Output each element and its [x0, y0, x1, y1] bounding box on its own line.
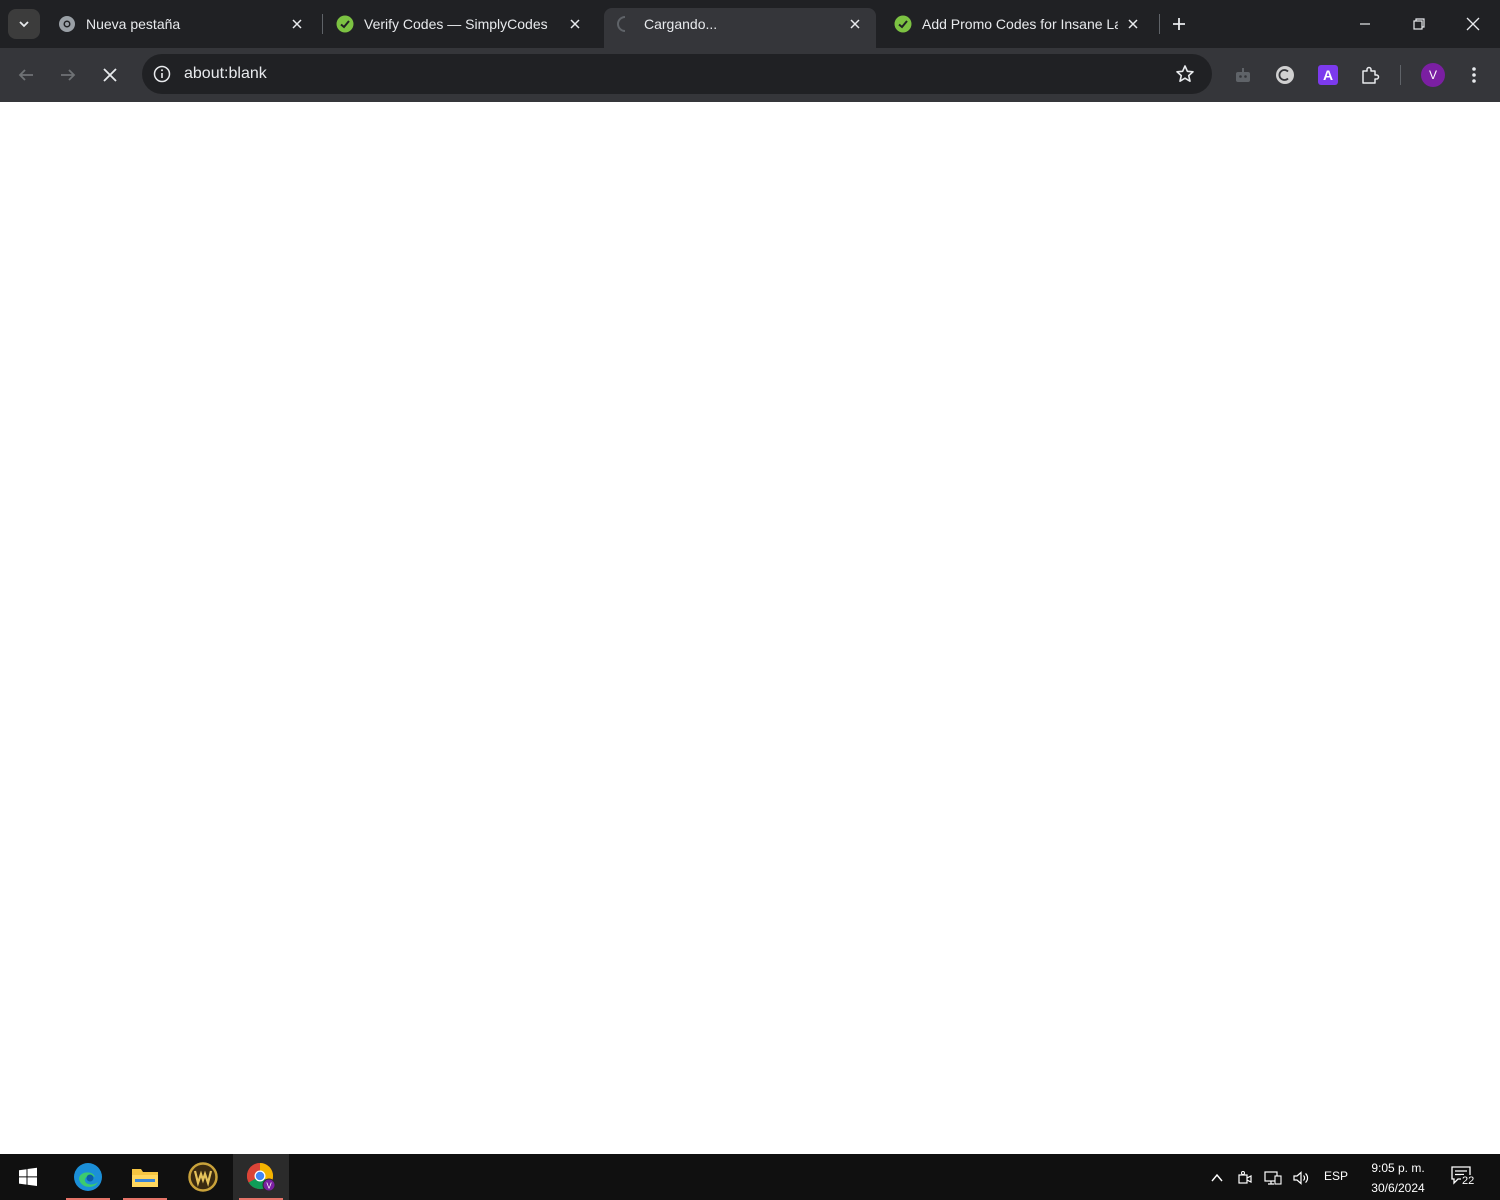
world-of-warcraft-icon — [188, 1162, 218, 1192]
taskbar-file-explorer[interactable] — [117, 1154, 173, 1200]
loading-spinner-icon — [616, 15, 634, 33]
arrow-left-icon — [18, 69, 33, 81]
page-viewport[interactable] — [0, 102, 1500, 1154]
language-indicator[interactable]: ESP — [1324, 1169, 1348, 1183]
minimize-button[interactable] — [1338, 0, 1392, 48]
tab-search-button[interactable] — [8, 9, 40, 39]
tab-separator — [322, 14, 323, 34]
close-window-button[interactable] — [1446, 0, 1500, 48]
simplycodes-icon — [336, 15, 354, 33]
tab-verify-codes[interactable]: Verify Codes — SimplyCodes — [324, 8, 596, 48]
extension-circle-button[interactable] — [1269, 59, 1301, 91]
stop-loading-button[interactable] — [94, 59, 126, 91]
chrome-newtab-icon — [58, 15, 76, 33]
clock-time: 9:05 p. m. — [1371, 1161, 1425, 1175]
forward-button[interactable] — [52, 59, 84, 91]
browser-toolbar: about:blank A V — [0, 48, 1500, 102]
file-explorer-icon — [132, 1169, 158, 1187]
notification-center-button[interactable]: 22 — [1450, 1165, 1480, 1191]
restore-button[interactable] — [1392, 0, 1446, 48]
tray-meet-icon[interactable] — [1234, 1167, 1256, 1189]
tab-strip: Nueva pestaña Verify Codes — SimplyCodes… — [0, 0, 1500, 48]
extension-a-icon[interactable]: A — [1318, 65, 1338, 85]
notification-count-badge: 22 — [1461, 1175, 1476, 1188]
plus-icon — [1173, 18, 1185, 30]
address-url[interactable]: about:blank — [184, 65, 267, 83]
extension-circle-icon — [1276, 66, 1294, 84]
chrome-icon: V — [246, 1162, 276, 1192]
more-vert-icon — [1472, 67, 1476, 83]
tab-cargando[interactable]: Cargando... — [604, 8, 876, 48]
volume-icon[interactable] — [1290, 1167, 1312, 1189]
tab-title: Add Promo Codes for Insane La — [922, 16, 1118, 32]
puzzle-icon — [1362, 66, 1380, 84]
start-button[interactable] — [0, 1154, 56, 1200]
tab-add-promo-codes[interactable]: Add Promo Codes for Insane La — [882, 8, 1154, 48]
close-icon[interactable] — [566, 15, 584, 33]
taskbar-edge[interactable] — [60, 1154, 116, 1200]
address-bar[interactable]: about:blank — [142, 54, 1212, 94]
site-info-icon[interactable] — [152, 64, 172, 84]
extensions-button[interactable] — [1354, 59, 1386, 91]
chevron-down-icon — [19, 21, 29, 28]
toolbar-separator — [1400, 65, 1401, 85]
tab-title: Cargando... — [644, 16, 718, 32]
close-icon — [1466, 17, 1480, 31]
new-tab-button[interactable] — [1168, 13, 1190, 35]
profile-avatar[interactable]: V — [1421, 63, 1445, 87]
taskbar-world-of-warcraft[interactable] — [175, 1154, 231, 1200]
close-icon[interactable] — [288, 15, 306, 33]
show-hidden-icons-button[interactable] — [1206, 1167, 1228, 1189]
tab-separator — [1159, 14, 1160, 34]
chevron-up-icon — [1211, 1173, 1223, 1182]
windows-taskbar: V ESP 9:05 p. m. 30/6/2024 22 — [0, 1154, 1500, 1200]
svg-text:V: V — [266, 1182, 272, 1191]
taskbar-chrome[interactable]: V — [233, 1154, 289, 1200]
menu-button[interactable] — [1458, 59, 1490, 91]
windows-start-icon — [19, 1167, 37, 1186]
extension-robot-button[interactable] — [1227, 59, 1259, 91]
robot-icon — [1236, 68, 1250, 82]
bookmark-star-icon[interactable] — [1174, 63, 1196, 85]
tab-nueva-pestana[interactable]: Nueva pestaña — [46, 8, 318, 48]
simplycodes-icon — [894, 15, 912, 33]
restore-icon — [1413, 18, 1425, 30]
minimize-icon — [1360, 23, 1370, 25]
arrow-right-icon — [61, 69, 76, 81]
edge-icon — [74, 1163, 102, 1191]
close-icon[interactable] — [1124, 15, 1142, 33]
system-clock[interactable]: 9:05 p. m. 30/6/2024 — [1358, 1158, 1438, 1198]
network-icon[interactable] — [1262, 1167, 1284, 1189]
close-icon — [103, 68, 117, 82]
back-button[interactable] — [10, 59, 42, 91]
tab-title: Verify Codes — SimplyCodes — [364, 16, 548, 32]
clock-date: 30/6/2024 — [1371, 1181, 1425, 1195]
tab-title: Nueva pestaña — [86, 16, 181, 32]
close-icon[interactable] — [846, 15, 864, 33]
